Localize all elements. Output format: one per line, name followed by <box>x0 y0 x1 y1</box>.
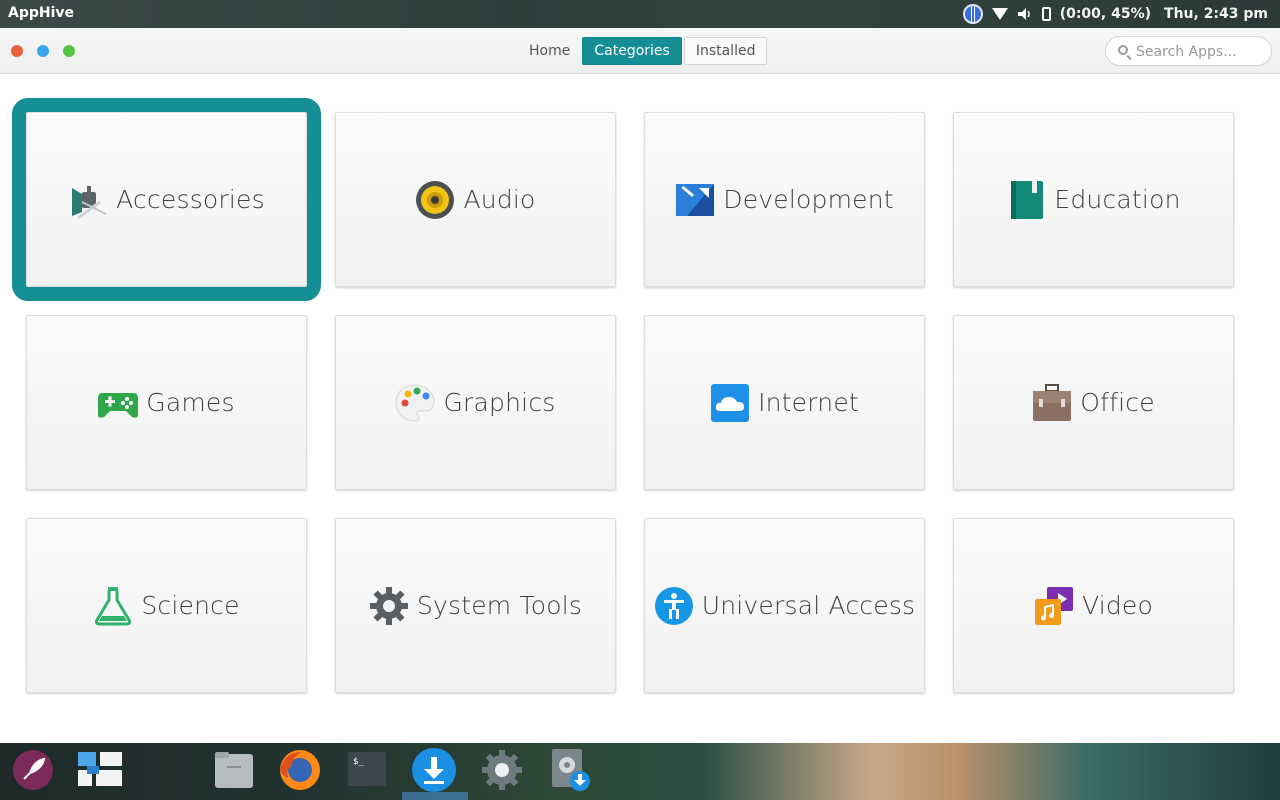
maximize-button[interactable] <box>63 45 75 57</box>
search-icon <box>1118 45 1128 55</box>
files-icon[interactable] <box>211 747 257 793</box>
software-install-icon[interactable] <box>546 747 592 793</box>
category-label: Accessories <box>116 185 265 214</box>
app-window: Home Categories Installed Accessories Au… <box>0 28 1280 743</box>
apphive-download-icon[interactable] <box>411 747 457 793</box>
category-label: Office <box>1080 388 1155 417</box>
search-input[interactable] <box>1134 41 1268 63</box>
video-music-icon <box>1034 586 1074 626</box>
category-tile-audio[interactable]: Audio <box>335 112 616 287</box>
category-label: Science <box>141 591 240 620</box>
category-tile-education[interactable]: Education <box>953 112 1234 287</box>
close-button[interactable] <box>11 45 23 57</box>
wifi-icon[interactable] <box>991 8 1008 20</box>
category-label: System Tools <box>416 591 583 620</box>
cloud-icon <box>710 383 750 423</box>
category-label: Graphics <box>443 388 556 417</box>
category-label: Games <box>146 388 235 417</box>
active-app-indicator <box>402 792 468 800</box>
volume-icon[interactable] <box>1017 7 1033 21</box>
category-tile-science[interactable]: Science <box>26 518 307 693</box>
category-tile-office[interactable]: Office <box>953 315 1234 490</box>
palette-icon <box>395 383 435 423</box>
search-box[interactable] <box>1105 36 1272 66</box>
minimize-button[interactable] <box>37 45 49 57</box>
category-label: Audio <box>463 185 536 214</box>
tab-installed[interactable]: Installed <box>683 37 768 65</box>
briefcase-icon <box>1032 383 1072 423</box>
category-tile-accessories[interactable]: Accessories <box>12 98 321 301</box>
category-tile-graphics[interactable]: Graphics <box>335 315 616 490</box>
tab-home[interactable]: Home <box>517 37 582 65</box>
accessibility-icon <box>654 586 694 626</box>
category-tile-video[interactable]: Video <box>953 518 1234 693</box>
category-label: Development <box>723 185 894 214</box>
terminal-icon[interactable]: $_ <box>344 747 390 793</box>
gear-icon <box>369 586 409 626</box>
category-tile-internet[interactable]: Internet <box>644 315 925 490</box>
category-tile-games[interactable]: Games <box>26 315 307 490</box>
accessories-icon <box>68 180 108 220</box>
svg-text:$_: $_ <box>353 757 364 767</box>
category-label: Video <box>1081 591 1154 620</box>
globe-icon[interactable] <box>962 4 983 24</box>
speaker-icon <box>415 180 455 220</box>
clock[interactable]: Thu, 2:43 pm <box>1164 6 1268 22</box>
flask-icon <box>93 586 133 626</box>
launcher-icon[interactable] <box>10 747 56 793</box>
category-tile-development[interactable]: Development <box>644 112 925 287</box>
view-switcher: Home Categories Installed <box>517 37 768 65</box>
settings-icon[interactable] <box>479 747 525 793</box>
development-icon <box>675 180 715 220</box>
top-panel: AppHive (0:00, 45%) Thu, 2:43 pm <box>0 0 1280 28</box>
category-label: Internet <box>758 388 859 417</box>
system-indicators: (0:00, 45%) Thu, 2:43 pm <box>962 4 1268 24</box>
battery-icon[interactable] <box>1041 7 1051 21</box>
category-label: Universal Access <box>701 591 916 620</box>
firefox-icon[interactable] <box>277 747 323 793</box>
battery-status[interactable]: (0:00, 45%) <box>1060 6 1151 22</box>
dock: $_ <box>0 743 1280 800</box>
category-label: Education <box>1054 185 1181 214</box>
tab-categories[interactable]: Categories <box>582 37 682 65</box>
multitasking-icon[interactable] <box>77 747 123 793</box>
category-tile-universal-access[interactable]: Universal Access <box>644 518 925 693</box>
active-app-name[interactable]: AppHive <box>8 5 74 21</box>
book-icon <box>1006 180 1046 220</box>
category-tile-system-tools[interactable]: System Tools <box>335 518 616 693</box>
gamepad-icon <box>98 383 139 423</box>
header-bar: Home Categories Installed <box>0 28 1280 74</box>
